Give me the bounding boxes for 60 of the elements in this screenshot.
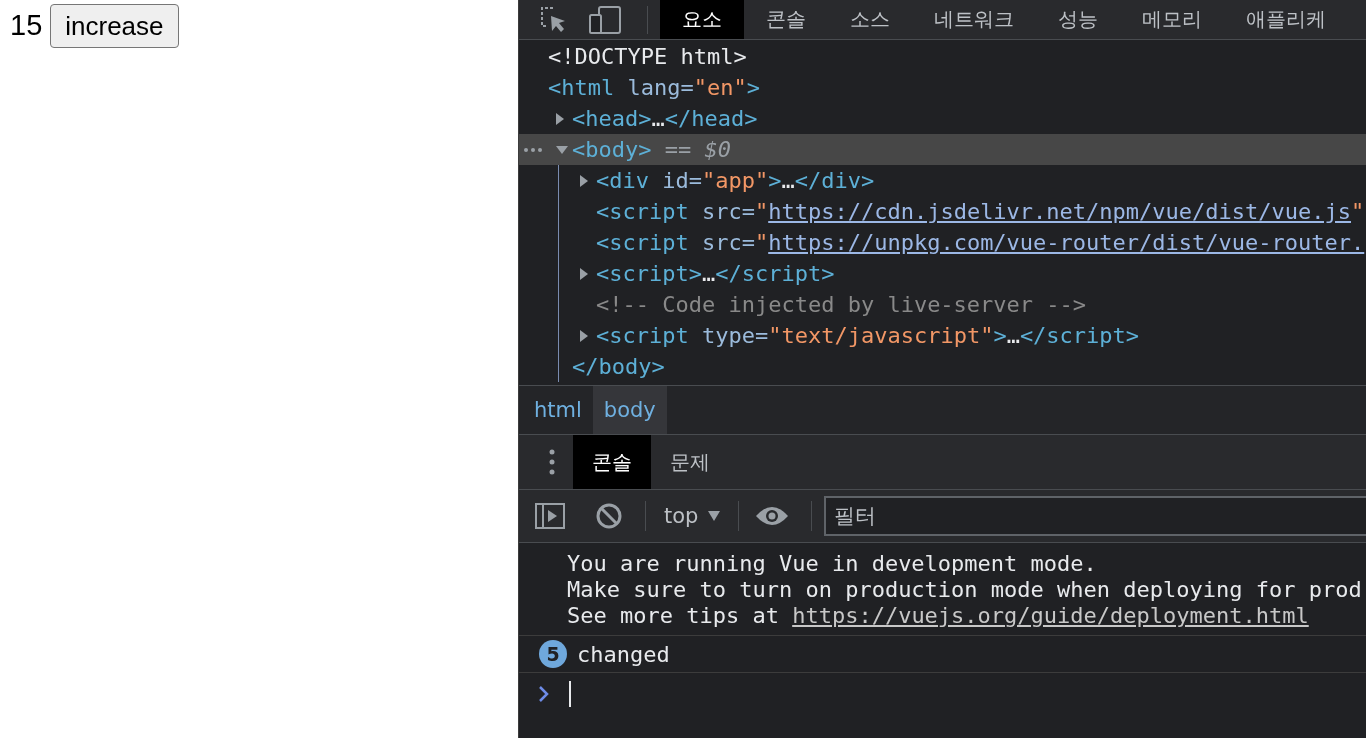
dom-node-text: <script type="text/javascript">…</script>	[596, 323, 1140, 348]
dom-node-text: <!DOCTYPE html>	[548, 44, 747, 69]
dom-tree-row[interactable]: <script src="https://unpkg.com/vue-router/dist/vue-router.	[519, 227, 1366, 258]
dom-node-text: <script>…</script>	[596, 261, 835, 286]
inspect-element-icon[interactable]	[539, 5, 567, 34]
console-text: changed	[577, 641, 670, 667]
dom-tree-row[interactable]: <body> == $0	[519, 134, 1366, 165]
more-options-icon[interactable]	[549, 449, 555, 475]
dom-tree-row[interactable]: <html lang="en">	[519, 72, 1366, 103]
increase-button[interactable]: increase	[50, 4, 179, 48]
expand-arrow-icon[interactable]	[579, 173, 589, 188]
sidebar-toggle-icon[interactable]	[535, 503, 565, 529]
context-dropdown[interactable]: top	[662, 504, 743, 528]
dom-node-text: <div id="app">…</div>	[596, 168, 875, 193]
breadcrumb-item[interactable]: html	[523, 386, 593, 434]
dom-tree-row[interactable]: <script>…</script>	[519, 258, 1366, 289]
collapse-arrow-icon[interactable]	[555, 144, 569, 155]
url-link[interactable]: https://cdn.jsdelivr.net/npm/vue/dist/vue.js	[768, 199, 1351, 224]
devtools-tab[interactable]: 애플리케	[1224, 0, 1348, 39]
url-link[interactable]: https://unpkg.com/vue-router/dist/vue-router.	[768, 230, 1365, 255]
console-text: Make sure to turn on production mode when deploying for prod	[567, 577, 1362, 602]
ellipsis-icon[interactable]	[523, 147, 543, 153]
dom-node-text: <!-- Code injected by live-server -->	[596, 292, 1087, 317]
dom-node-text: <script src="	[596, 230, 769, 255]
text-cursor	[569, 681, 571, 707]
filter-field[interactable]: 필터	[824, 496, 1366, 536]
clear-console-icon[interactable]	[595, 502, 623, 530]
caret-icon	[708, 511, 721, 521]
counter-value: 15	[10, 8, 43, 43]
devtools-tab[interactable]: 메모리	[1120, 0, 1224, 39]
dom-tree-row[interactable]: <script src="https://cdn.jsdelivr.net/npm/vue/dist/vue.js"	[519, 196, 1366, 227]
dom-tree-row[interactable]: <script type="text/javascript">…</script>	[519, 320, 1366, 351]
devtools-tab[interactable]: 소스	[828, 0, 912, 39]
console-text: See more tips at	[567, 603, 780, 628]
device-toolbar-icon[interactable]	[589, 5, 621, 34]
dom-tree-row[interactable]: <head>…</head>	[519, 103, 1366, 134]
drawer-tab[interactable]: 문제	[651, 435, 729, 489]
console-text: You are running Vue in development mode.	[567, 551, 1097, 576]
drawer-tab[interactable]: 콘솔	[573, 435, 651, 489]
devtools-tab[interactable]: 요소	[660, 0, 744, 39]
dom-node-text: <head>…</head>	[572, 106, 758, 131]
breadcrumb-item[interactable]: body	[592, 386, 667, 434]
url-link[interactable]: https://vuejs.org/guide/deployment.html	[792, 603, 1309, 628]
dom-tree-row[interactable]: <!-- Code injected by live-server -->	[519, 289, 1366, 320]
dom-node-text: <script src="	[596, 199, 769, 224]
dom-node-text: "	[1351, 199, 1365, 224]
dom-tree-row[interactable]: <!DOCTYPE html>	[519, 41, 1366, 72]
devtools-tab[interactable]: 콘솔	[744, 0, 828, 39]
dom-tree-row[interactable]: <div id="app">…</div>	[519, 165, 1366, 196]
eye-icon[interactable]	[755, 505, 790, 527]
devtools-tab[interactable]: 네트워크	[912, 0, 1036, 39]
repeat-count-badge: 5	[539, 640, 567, 668]
expand-arrow-icon[interactable]	[579, 328, 589, 343]
dom-node-text: </body>	[572, 354, 665, 379]
dom-node-text: <body> == $0	[572, 137, 731, 162]
expand-arrow-icon[interactable]	[555, 111, 565, 126]
prompt-chevron-icon	[539, 686, 549, 702]
devtools-tab[interactable]: 성능	[1036, 0, 1120, 39]
dom-node-text: <html lang="en">	[548, 75, 760, 100]
expand-arrow-icon[interactable]	[579, 266, 589, 281]
